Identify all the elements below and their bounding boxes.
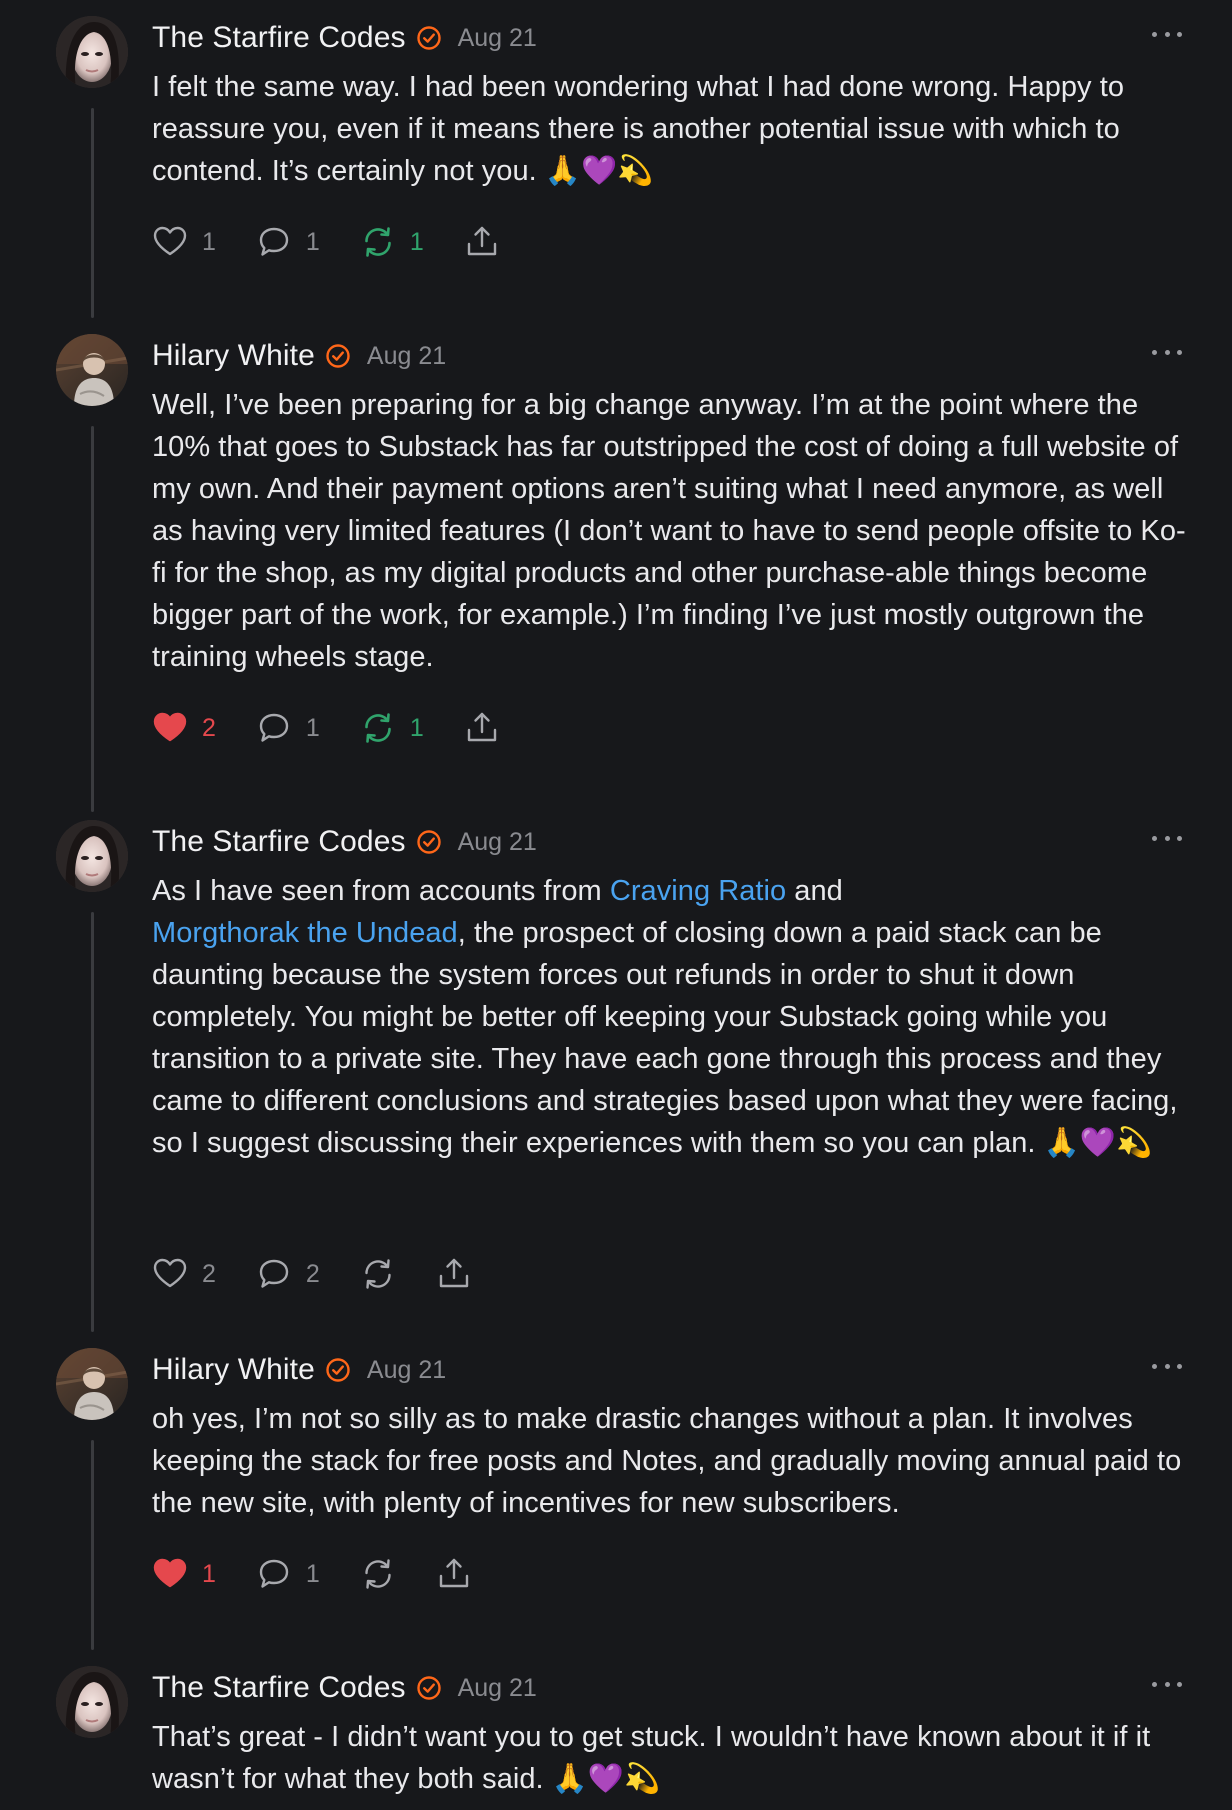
reply-count: 1 (305, 713, 320, 742)
comment-actions: 1 1 (152, 1554, 512, 1594)
comment-text-part: As I have seen from accounts from (152, 875, 610, 907)
restack-count: 1 (409, 713, 424, 742)
avatar[interactable] (56, 1348, 128, 1420)
restack-count: 1 (409, 227, 424, 256)
reply-button[interactable]: 1 (256, 224, 320, 260)
heart-icon (153, 1258, 187, 1288)
heart-icon (153, 712, 187, 742)
comment-date[interactable]: Aug 21 (458, 24, 537, 53)
comment-text-part: , the prospect of closing down a paid st… (152, 917, 1178, 1159)
avatar[interactable] (56, 820, 128, 892)
mention-link[interactable]: Craving Ratio (610, 875, 786, 907)
like-count: 2 (202, 713, 216, 742)
author-name[interactable]: Hilary White (152, 339, 315, 373)
restack-icon (365, 713, 391, 743)
comment-date[interactable]: Aug 21 (458, 828, 537, 857)
comment-header: Hilary White Aug 21 (152, 1348, 446, 1392)
thread-line (91, 108, 94, 318)
like-button[interactable]: 2 (152, 1256, 216, 1292)
author-name[interactable]: The Starfire Codes (152, 825, 406, 859)
more-dots-icon[interactable] (1152, 826, 1182, 850)
comment-date[interactable]: Aug 21 (367, 342, 446, 371)
comment-text: As I have seen from accounts from Cravin… (152, 870, 1192, 1164)
thread-line (91, 912, 94, 1332)
comment-header: The Starfire Codes Aug 21 (152, 1666, 537, 1710)
comment-bubble-icon (259, 227, 289, 256)
share-icon (467, 226, 496, 256)
reply-count: 1 (305, 227, 320, 256)
reply-count: 1 (305, 1559, 320, 1588)
restack-button[interactable]: 1 (360, 224, 424, 260)
comment-text: oh yes, I’m not so silly as to make dras… (152, 1403, 1182, 1519)
heart-icon (153, 226, 187, 256)
like-count: 1 (202, 1559, 216, 1588)
comment-actions: 2 1 1 (152, 708, 540, 748)
more-dots-icon[interactable] (1152, 1354, 1182, 1378)
restack-button[interactable] (360, 1556, 396, 1592)
like-count: 1 (202, 227, 216, 256)
comment-date[interactable]: Aug 21 (458, 1674, 537, 1703)
like-button[interactable]: 1 (152, 224, 216, 260)
comment-date[interactable]: Aug 21 (367, 1356, 446, 1385)
avatar[interactable] (56, 16, 128, 88)
restack-icon (365, 1559, 391, 1589)
avatar[interactable] (56, 334, 128, 406)
share-button[interactable] (464, 710, 500, 746)
verified-check-icon (416, 26, 441, 50)
comment-text: Well, I’ve been preparing for a big chan… (152, 389, 1186, 673)
comment-header: The Starfire Codes Aug 21 (152, 16, 537, 60)
more-dots-icon[interactable] (1152, 1672, 1182, 1696)
comment-text-part: and (786, 875, 843, 907)
restack-icon (365, 1259, 391, 1289)
share-button[interactable] (436, 1256, 472, 1292)
like-button[interactable]: 2 (152, 710, 216, 746)
verified-check-icon (416, 830, 441, 854)
comment-actions: 1 1 1 (152, 222, 540, 262)
heart-icon (153, 1558, 187, 1588)
author-name[interactable]: The Starfire Codes (152, 1671, 406, 1705)
comment-bubble-icon (259, 1259, 289, 1288)
restack-icon (365, 227, 391, 257)
comment-actions: 2 2 (152, 1254, 512, 1294)
comment-bubble-icon (259, 1559, 289, 1588)
thread-line (91, 1440, 94, 1650)
share-button[interactable] (464, 224, 500, 260)
thread-line (91, 426, 94, 812)
like-button[interactable]: 1 (152, 1556, 216, 1592)
author-name[interactable]: Hilary White (152, 1353, 315, 1387)
mention-link[interactable]: Morgthorak the Undead (152, 917, 458, 949)
avatar[interactable] (56, 1666, 128, 1738)
share-icon (439, 1558, 469, 1588)
reply-button[interactable]: 1 (256, 1556, 320, 1592)
restack-button[interactable]: 1 (360, 710, 424, 746)
share-icon (467, 712, 496, 742)
reply-count: 2 (305, 1259, 320, 1288)
comment-header: The Starfire Codes Aug 21 (152, 820, 537, 864)
verified-check-icon (326, 1358, 350, 1382)
comment-text: That’s great - I didn’t want you to get … (152, 1721, 1151, 1795)
reply-button[interactable]: 2 (256, 1256, 320, 1292)
comment-header: Hilary White Aug 21 (152, 334, 446, 378)
restack-button[interactable] (360, 1256, 396, 1292)
comment-bubble-icon (259, 713, 289, 742)
verified-check-icon (416, 1676, 441, 1700)
more-dots-icon[interactable] (1152, 340, 1182, 364)
reply-button[interactable]: 1 (256, 710, 320, 746)
author-name[interactable]: The Starfire Codes (152, 21, 406, 55)
share-button[interactable] (436, 1556, 472, 1592)
verified-check-icon (326, 344, 350, 368)
like-count: 2 (202, 1259, 216, 1288)
share-icon (439, 1258, 469, 1288)
comment-text: I felt the same way. I had been wonderin… (152, 71, 1124, 187)
more-dots-icon[interactable] (1152, 22, 1182, 46)
